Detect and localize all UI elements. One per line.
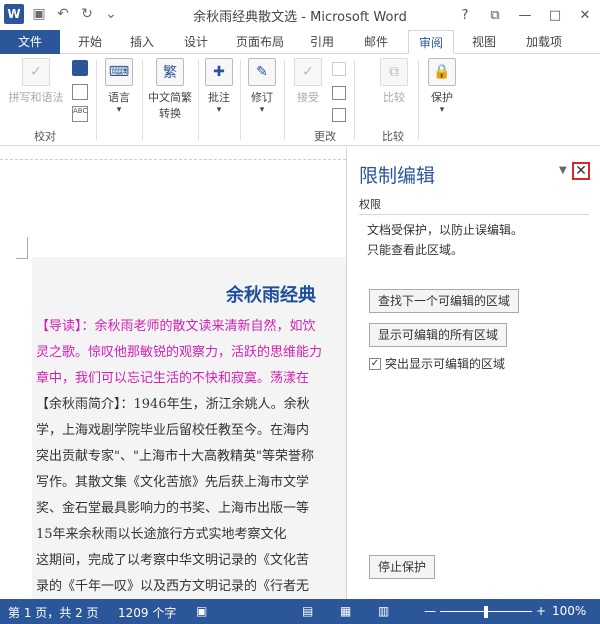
thesaurus-icon[interactable] [72,84,88,100]
group-proofing-label: 校对 [34,130,56,143]
page-margin-marker [16,237,28,259]
spelling-grammar-button[interactable]: ✓ 拼写和语法 [6,58,66,105]
tab-layout[interactable]: 页面布局 [230,30,290,54]
doc-line: 灵之歌。惊叹他那敏锐的观察力，活跃的思维能力 [36,345,323,360]
highlight-editable-checkbox[interactable]: ✓ 突出显示可编辑的区域 [369,355,505,372]
minimize-button[interactable]: — [510,0,540,30]
show-all-editable-button[interactable]: 显示可编辑的所有区域 [369,323,508,347]
doc-line: 学，上海戏剧学院毕业后留校任教至今。在海内 [36,423,310,438]
tab-design[interactable]: 设计 [176,30,216,54]
compare-button[interactable]: ⧉ 比较 [376,58,412,105]
permissions-section-label: 权限 [359,196,589,215]
page-count[interactable]: 第 1 页，共 2 页 [8,604,99,621]
tab-addins[interactable]: 加载项 [518,30,570,54]
accept-button[interactable]: ✓ 接受 [290,58,326,105]
group-changes-label: 更改 [314,130,336,143]
chinese-convert-button[interactable]: 繁 中文简繁 转换 [144,58,196,121]
ribbon: ✓ 拼写和语法 ABC 校对 ⌨ 语言 ▾ 繁 中文简繁 转换 ✚ 批注 ▾ ✎… [0,54,600,146]
group-compare-label: 比较 [382,130,404,143]
pane-close-button[interactable]: ✕ [572,162,590,180]
zoom-out-icon[interactable]: — [424,604,436,618]
doc-line: 【余秋雨简介】：1946年生，浙江余姚人。余秋 [36,397,310,412]
doc-line: 录的《千年一叹》以及西方文明记录的《行者无 [36,579,310,594]
protection-status-text: 文档受保护，以防止误编辑。 [367,223,524,237]
language-icon: ⌨ [105,58,133,86]
word-count-icon[interactable]: ABC [72,106,88,122]
close-button[interactable]: ✕ [570,0,600,30]
next-change-icon[interactable] [332,108,346,122]
language-button[interactable]: ⌨ 语言 ▾ [100,58,138,115]
doc-line: 写作。其散文集《文化苦旅》先后获上海市文学 [36,475,310,490]
lock-icon: 🔒 [428,58,456,86]
doc-line: 章中，我们可以忘记生活的不快和寂寞。荡漾在 [36,371,310,386]
tab-file[interactable]: 文件 [0,30,60,54]
compare-icon: ⧉ [380,58,408,86]
doc-line: 突出贡献专家"、"上海市十大高教精英"等荣誉称 [36,449,314,464]
stop-protection-button[interactable]: 停止保护 [369,555,436,579]
title-bar: W ▣ ↶ ↻ ⌄ 余秋雨经典散文选 - Microsoft Word ? ⧉ … [0,0,600,30]
pane-options-icon[interactable]: ▼ [559,165,567,176]
tab-mailings[interactable]: 邮件 [356,30,396,54]
print-layout-icon[interactable]: ▦ [340,604,351,618]
proofing-status-icon[interactable]: ▣ [196,604,207,618]
ribbon-tabs: 文件 开始 插入 设计 页面布局 引用 邮件 审阅 视图 加载项 [0,30,600,54]
protect-button[interactable]: 🔒 保护 ▾ [424,58,460,115]
reject-icon[interactable] [332,62,346,76]
checkbox-check[interactable]: ✓ [369,357,381,370]
doc-line: 这期间，完成了以考察中华文明记录的《文化苦 [36,553,310,568]
read-mode-icon[interactable]: ▤ [302,604,313,618]
help-button[interactable]: ? [450,0,480,30]
zoom-slider-knob[interactable] [484,606,488,618]
convert-icon: 繁 [156,58,184,86]
track-changes-icon: ✎ [248,58,276,86]
doc-line: 15年来余秋雨以长途旅行方式实地考察文化 [36,527,287,542]
research-icon[interactable] [72,60,88,76]
view-only-text: 只能查看此区域。 [367,243,464,257]
spelling-check-icon: ✓ [22,58,50,86]
tab-view[interactable]: 视图 [466,30,502,54]
document-area[interactable]: 余秋雨经典 【导读】：余秋雨老师的散文读来清新自然，如饮 灵之歌。惊叹他那敏锐的… [0,147,346,599]
tab-review[interactable]: 审阅 [408,30,454,54]
zoom-in-icon[interactable]: + [536,604,546,618]
restrict-editing-pane: 限制编辑 ▼ ✕ 权限 文档受保护，以防止误编辑。 只能查看此区域。 查找下一个… [346,147,600,599]
accept-icon: ✓ [294,58,322,86]
document-heading: 余秋雨经典 [226,285,316,306]
comments-button[interactable]: ✚ 批注 ▾ [200,58,238,115]
zoom-level[interactable]: 100% [552,604,586,618]
previous-change-icon[interactable] [332,86,346,100]
tab-insert[interactable]: 插入 [122,30,162,54]
tab-home[interactable]: 开始 [70,30,110,54]
pane-title: 限制编辑 [359,165,436,187]
maximize-button[interactable]: □ [540,0,570,30]
comment-icon: ✚ [205,58,233,86]
tab-references[interactable]: 引用 [302,30,342,54]
doc-line: 奖、金石堂最具影响力的书奖、上海市出版一等 [36,501,310,516]
doc-line: 【导读】：余秋雨老师的散文读来清新自然，如饮 [36,319,316,334]
web-layout-icon[interactable]: ▥ [378,604,389,618]
status-bar: 第 1 页，共 2 页 1209 个字 ▣ ▤ ▦ ▥ — + 100% [0,599,600,624]
word-count[interactable]: 1209 个字 [118,604,176,621]
track-changes-button[interactable]: ✎ 修订 ▾ [244,58,280,115]
find-next-editable-button[interactable]: 查找下一个可编辑的区域 [369,289,520,313]
ribbon-display-options-button[interactable]: ⧉ [480,0,510,30]
